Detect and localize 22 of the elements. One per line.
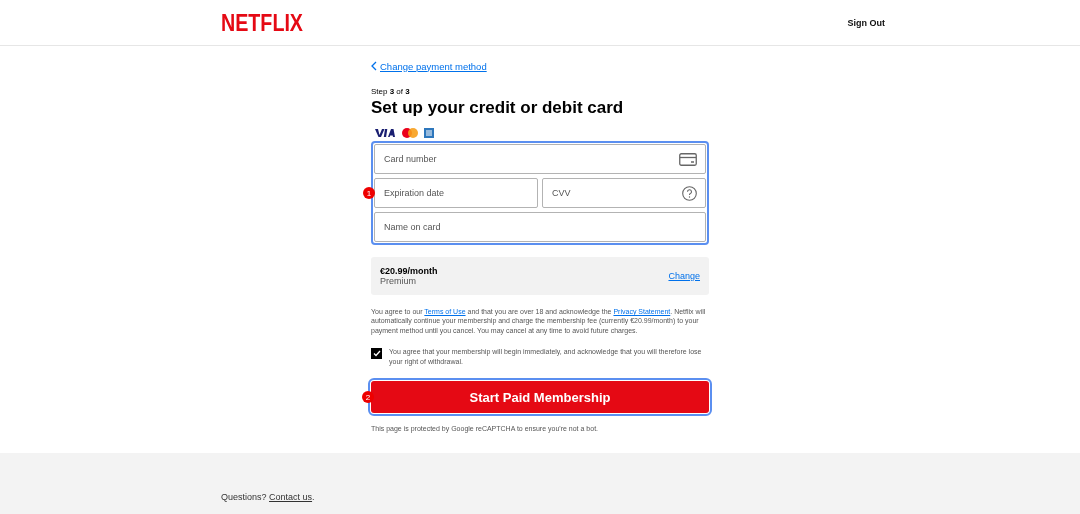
checkbox[interactable] xyxy=(371,347,382,359)
sign-out-link[interactable]: Sign Out xyxy=(847,17,885,28)
plan-name: Premium xyxy=(380,276,417,286)
start-membership-button[interactable]: Start Paid Membership xyxy=(371,381,709,414)
credit-card-icon xyxy=(679,152,697,166)
help-icon[interactable] xyxy=(682,185,697,201)
footer-text: Questions? Contact us. xyxy=(221,492,315,502)
mastercard-logo-icon xyxy=(402,128,418,138)
change-link[interactable]: Change xyxy=(668,271,700,281)
chevron-left-icon xyxy=(371,61,377,71)
annotation-badge: 1 xyxy=(363,187,375,199)
input-field[interactable]: Expiration date xyxy=(374,178,538,208)
input-field[interactable]: Card number xyxy=(374,144,706,174)
logo[interactable]: NETFLIX xyxy=(221,8,303,37)
annotation-badge: 2 xyxy=(362,391,374,404)
input-field[interactable]: Name on card xyxy=(374,212,706,242)
back-link[interactable]: Change payment method xyxy=(371,60,487,72)
plan-price: €20.99/month xyxy=(380,266,438,276)
step-indicator: Step 3 of 3 xyxy=(371,87,411,96)
input-field[interactable]: CVV xyxy=(542,178,706,208)
page-title: Set up your credit or debit card xyxy=(371,98,625,118)
card-brand-icon xyxy=(424,128,434,138)
